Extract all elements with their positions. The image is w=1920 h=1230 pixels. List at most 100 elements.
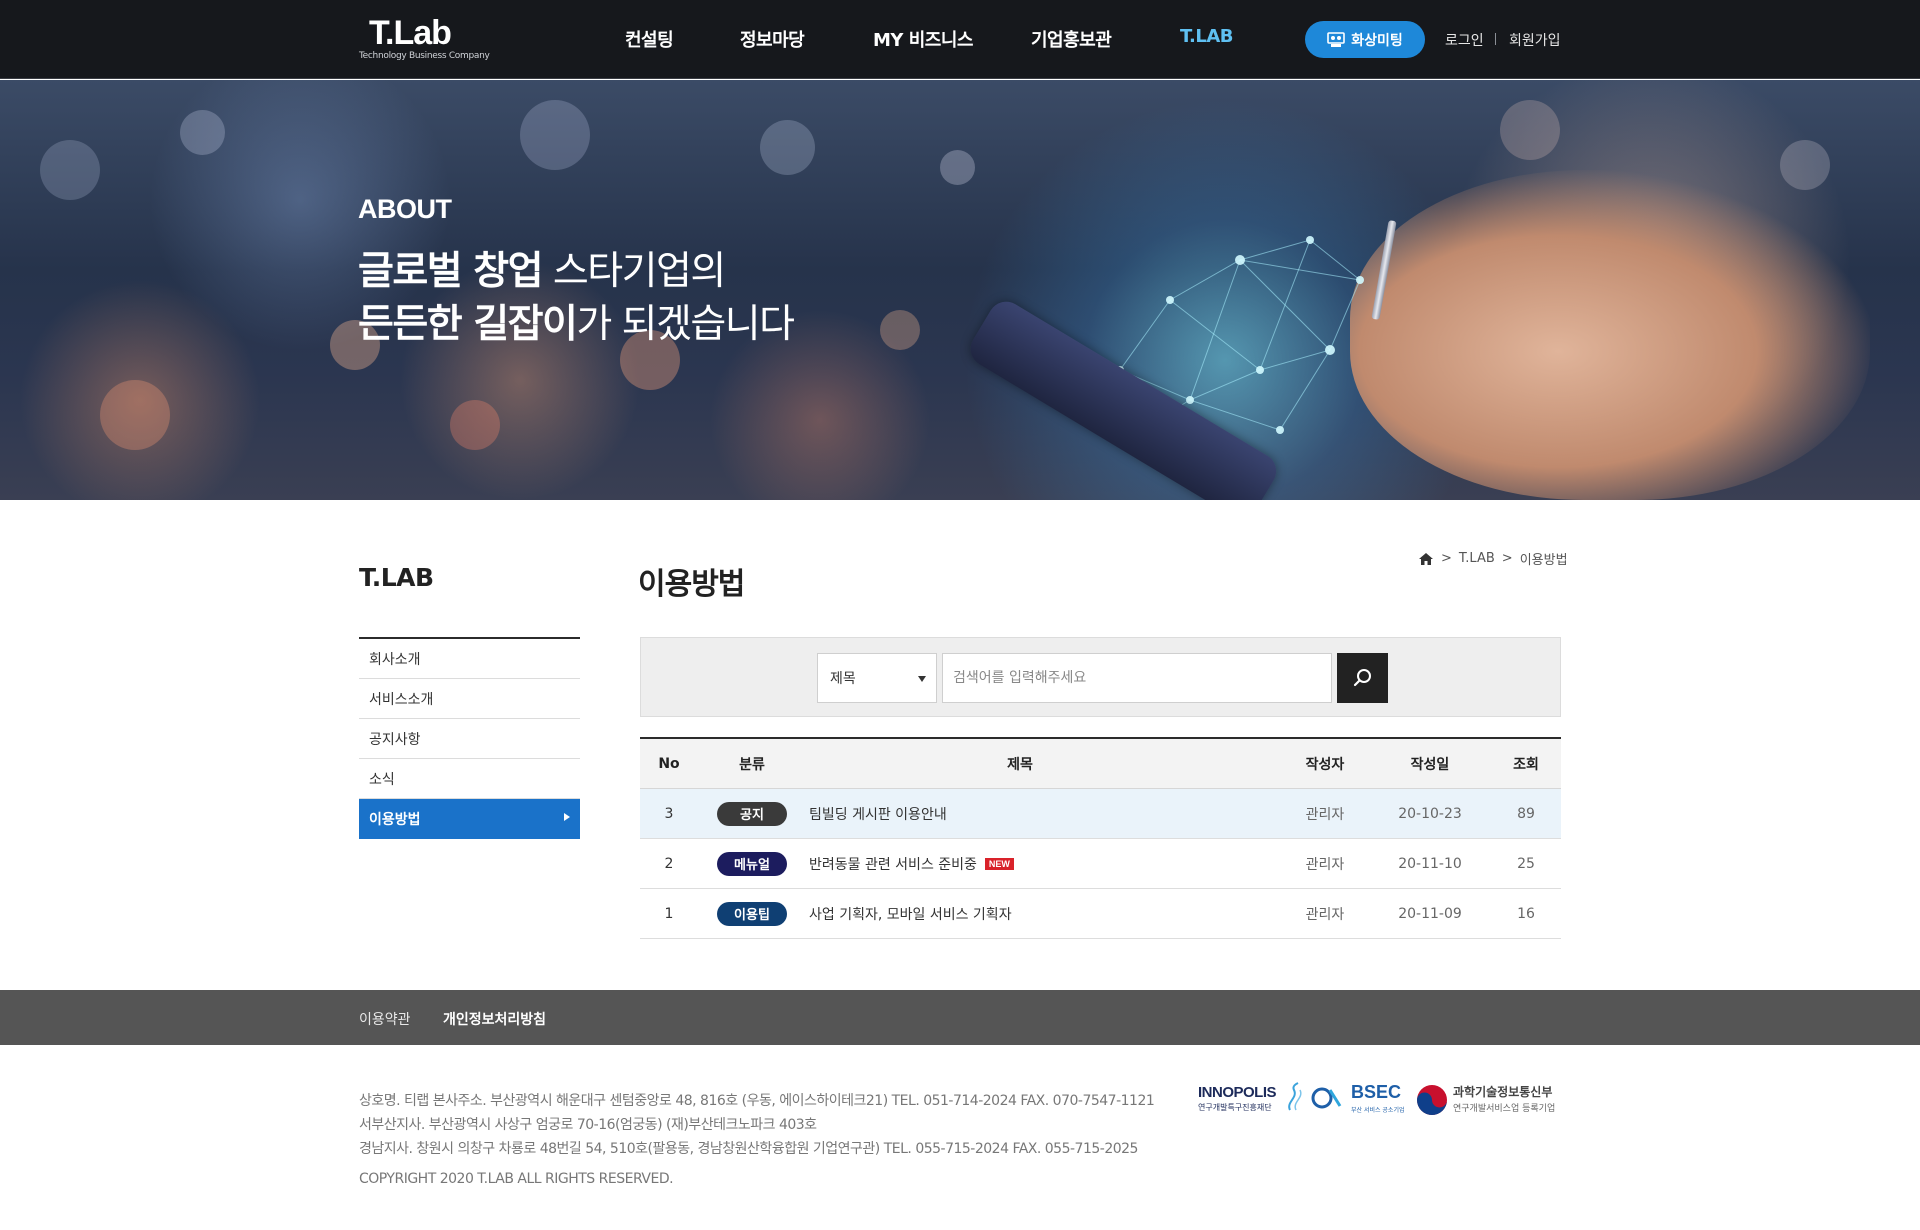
row-views: 25 xyxy=(1517,855,1535,872)
table-row[interactable]: 2 메뉴얼 반려동물 관련 서비스 준비중 NEW 관리자 20-11-10 25 xyxy=(640,839,1561,889)
footer-copyright: COPYRIGHT 2020 T.LAB ALL RIGHTS RESERVED… xyxy=(359,1171,674,1187)
hero-headline-2: 든든한 길잡이가 되겠습니다 xyxy=(358,293,795,349)
search-button[interactable] xyxy=(1337,653,1388,703)
caret-down-icon xyxy=(918,676,926,682)
home-icon[interactable] xyxy=(1418,552,1434,566)
nav-consulting[interactable]: 컨설팅 xyxy=(625,26,674,52)
row-views: 89 xyxy=(1517,805,1535,822)
table-header: No 분류 제목 작성자 작성일 조회 xyxy=(640,739,1561,789)
signup-link[interactable]: 회원가입 xyxy=(1509,30,1561,50)
breadcrumb-separator: > xyxy=(1441,551,1452,566)
board-table: No 분류 제목 작성자 작성일 조회 3 공지 팀빌딩 게시판 이용안내 관리… xyxy=(640,737,1561,939)
sidebar-title: T.LAB xyxy=(359,563,434,592)
logo-text: T.Lab xyxy=(369,14,452,52)
sidebar-item-label: 회사소개 xyxy=(369,651,421,668)
search-icon xyxy=(1353,669,1371,687)
row-title-text: 반려동물 관련 서비스 준비중 xyxy=(809,856,977,873)
site-logo[interactable]: T.Lab Technology Business Company xyxy=(359,14,490,64)
hero-label: ABOUT xyxy=(358,194,452,224)
row-views: 16 xyxy=(1517,905,1535,922)
footer-links-bar: 이용약관 개인정보처리방침 xyxy=(0,990,1920,1045)
new-badge: NEW xyxy=(984,857,1014,870)
sidebar-item-news[interactable]: 소식 xyxy=(359,759,580,799)
footer-address-gyeongnam: 경남지사. 창원시 의창구 차룡로 48번길 54, 510호(팔용동, 경남창… xyxy=(359,1141,1138,1157)
search-field-value: 제목 xyxy=(830,671,856,687)
page-title: 이용방법 xyxy=(638,567,745,602)
sidebar-item-label: 서비스소개 xyxy=(369,691,434,708)
hero-banner: ABOUT 글로벌 창업 스타기업의 든든한 길잡이가 되겠습니다 xyxy=(0,80,1920,500)
row-title-text: 팀빌딩 게시판 이용안내 xyxy=(809,806,947,823)
logo-tagline: Technology Business Company xyxy=(359,51,490,61)
row-no: 1 xyxy=(664,905,674,922)
auth-divider xyxy=(1495,33,1496,45)
innopolis-logo: INNOPOLIS xyxy=(1198,1084,1277,1101)
hero-headline-1: 글로벌 창업 스타기업의 xyxy=(358,240,726,296)
breadcrumb-item-current: 이용방법 xyxy=(1519,553,1568,568)
arrow-right-icon xyxy=(564,813,570,821)
row-category: 공지 xyxy=(710,789,794,838)
video-meeting-button[interactable]: 화상미팅 xyxy=(1305,21,1425,58)
row-no: 3 xyxy=(664,805,674,822)
hand-image xyxy=(1350,170,1870,500)
category-badge: 공지 xyxy=(717,801,787,826)
footer-terms-link[interactable]: 이용약관 xyxy=(359,1009,411,1029)
video-meeting-label: 화상미팅 xyxy=(1351,32,1403,49)
search-panel: 제목 xyxy=(640,637,1561,717)
row-title[interactable]: 사업 기획자, 모바일 서비스 기획자 xyxy=(809,889,1012,938)
row-title-text: 사업 기획자, 모바일 서비스 기획자 xyxy=(809,906,1012,923)
sidebar-item-guide[interactable]: 이용방법 xyxy=(359,799,580,839)
sidebar-item-label: 이용방법 xyxy=(369,811,421,828)
bsec-mark-icon xyxy=(1311,1087,1342,1109)
meeting-icon xyxy=(1327,31,1346,47)
row-no: 2 xyxy=(664,855,674,872)
category-badge: 이용팁 xyxy=(717,901,787,926)
row-category: 이용팁 xyxy=(710,889,794,938)
sidebar-item-services[interactable]: 서비스소개 xyxy=(359,679,580,719)
table-row[interactable]: 1 이용팁 사업 기획자, 모바일 서비스 기획자 관리자 20-11-09 1… xyxy=(640,889,1561,939)
sidebar-item-notice[interactable]: 공지사항 xyxy=(359,719,580,759)
hero-headline-2-bold: 든든한 길잡이 xyxy=(358,302,578,347)
table-row[interactable]: 3 공지 팀빌딩 게시판 이용안내 관리자 20-10-23 89 xyxy=(640,789,1561,839)
search-input[interactable] xyxy=(942,653,1332,703)
bsec-logo: BSEC xyxy=(1351,1082,1402,1102)
bsec-sub: 부산 서비스 공소기업 xyxy=(1351,1107,1405,1114)
footer-privacy-link[interactable]: 개인정보처리방침 xyxy=(443,1009,546,1029)
sidebar-item-company[interactable]: 회사소개 xyxy=(359,639,580,679)
row-date: 20-11-10 xyxy=(1398,855,1462,872)
row-author: 관리자 xyxy=(1305,906,1345,923)
search-field-select[interactable]: 제목 xyxy=(817,653,937,703)
hero-headline-1-rest: 스타기업의 xyxy=(541,249,726,294)
nav-info[interactable]: 정보마당 xyxy=(740,26,805,52)
header-title: 제목 xyxy=(1007,756,1033,773)
nav-tlab[interactable]: T.LAB xyxy=(1180,26,1234,47)
breadcrumb-item-tlab[interactable]: T.LAB xyxy=(1459,551,1495,566)
row-date: 20-10-23 xyxy=(1398,805,1462,822)
row-title[interactable]: 팀빌딩 게시판 이용안내 xyxy=(809,789,947,838)
page: T.Lab Technology Business Company 컨설팅 정보… xyxy=(0,0,1920,1230)
breadcrumb-separator: > xyxy=(1501,551,1513,566)
login-link[interactable]: 로그인 xyxy=(1445,30,1484,50)
top-header: T.Lab Technology Business Company 컨설팅 정보… xyxy=(0,0,1920,79)
category-badge: 메뉴얼 xyxy=(717,851,787,876)
footer-address-west-busan: 서부산지사. 부산광역시 사상구 엄궁로 70-16(엄궁동) (재)부산테크노… xyxy=(359,1117,817,1133)
partner-logos: INNOPOLIS 연구개발특구진흥재단 BSEC 부산 서비스 공소기업 과학… xyxy=(1198,1080,1562,1120)
hero-headline-2-rest: 가 되겠습니다 xyxy=(576,302,795,347)
header-author: 작성자 xyxy=(1305,756,1345,773)
nav-company-pr[interactable]: 기업홍보관 xyxy=(1031,26,1112,52)
nav-my-business[interactable]: MY 비즈니스 xyxy=(873,26,973,52)
taegeuk-emblem-icon xyxy=(1417,1085,1447,1115)
sidebar-item-label: 소식 xyxy=(369,771,395,788)
breadcrumb: > T.LAB > 이용방법 xyxy=(1418,549,1568,568)
innopolis-sub: 연구개발특구진흥재단 xyxy=(1198,1103,1272,1112)
header-date: 작성일 xyxy=(1410,756,1450,773)
hero-headline-1-bold: 글로벌 창업 xyxy=(358,249,543,294)
msit-logo: 과학기술정보통신부 xyxy=(1453,1085,1553,1099)
sidebar-item-label: 공지사항 xyxy=(369,731,421,748)
innopolis-mark-icon xyxy=(1288,1082,1302,1111)
header-category: 분류 xyxy=(739,756,765,773)
row-author: 관리자 xyxy=(1305,806,1345,823)
row-title[interactable]: 반려동물 관련 서비스 준비중 NEW xyxy=(809,839,1014,888)
footer-address-hq: 상호명. 티랩 본사주소. 부산광역시 해운대구 센텀중앙로 48, 816호 … xyxy=(359,1093,1155,1109)
msit-sub: 연구개발서비스업 등록기업 xyxy=(1453,1104,1556,1114)
header-no: No xyxy=(658,755,680,772)
